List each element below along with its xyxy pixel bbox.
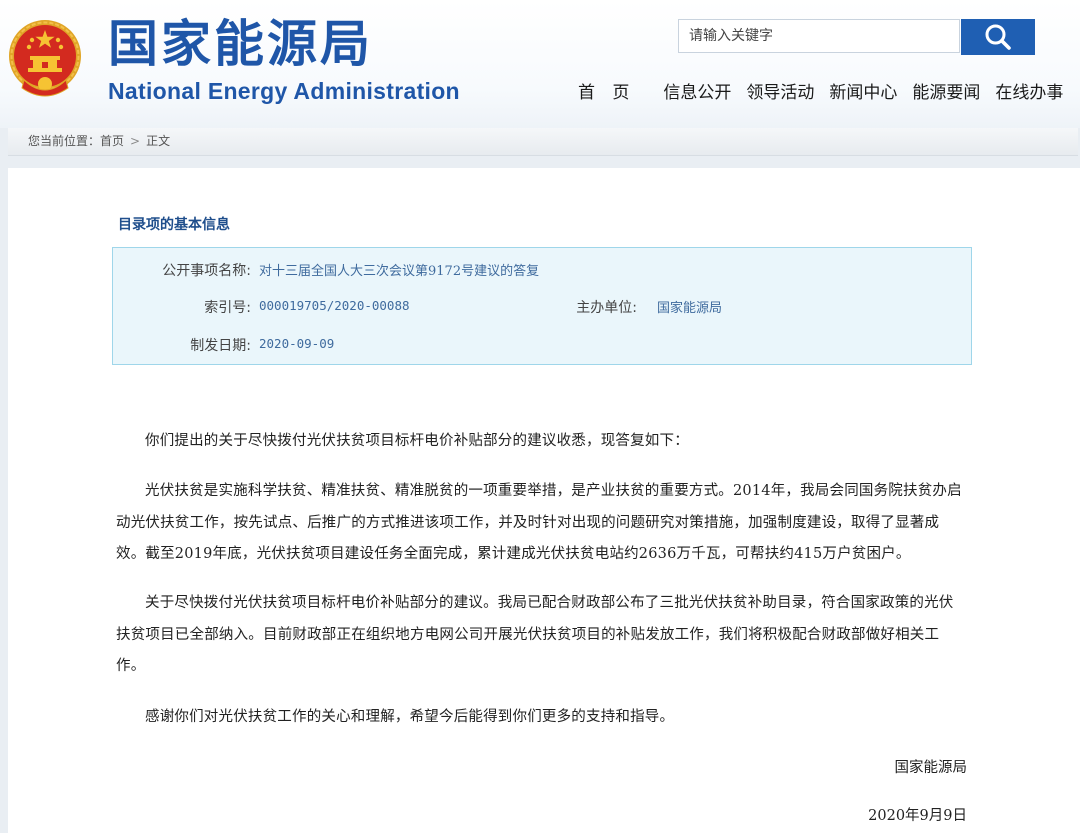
article-body: 感谢你们对光伏扶贫工作的关心和理解，希望今后能得到你们更多的支持和指导。 [116, 702, 968, 734]
date-label: 制发日期: [190, 338, 251, 354]
nav-item-news-center[interactable]: 新闻中心 [829, 78, 897, 103]
site-header: 国家能源局 National Energy Administration 首 页… [0, 0, 1080, 128]
national-emblem-icon[interactable] [6, 16, 84, 100]
nav-item-energy-news[interactable]: 能源要闻 [912, 78, 980, 103]
nav-item-online-services[interactable]: 在线办事 [995, 78, 1063, 103]
article-paragraph: 你们提出的关于尽快拨付光伏扶贫项目标杆电价补贴部分的建议收悉，现答复如下： [145, 433, 689, 449]
info-box: 公开事项名称: 对十三届全国人大三次会议第9172号建议的答复 索引号: 000… [112, 247, 972, 365]
main-nav: 首 页 信息公开 领导活动 新闻中心 能源要闻 在线办事 [570, 76, 1078, 104]
nav-item-home[interactable]: 首 页 [578, 78, 635, 103]
index-value: 000019705/2020-00088 [259, 298, 410, 313]
item-name-value: 对十三届全国人大三次会议第9172号建议的答复 [259, 264, 540, 279]
article-paragraph: 关于尽快拨付光伏扶贫项目标杆电价补贴部分的建议。我局已配合财政部公布了三批光伏扶… [116, 595, 954, 674]
breadcrumb-separator: > [130, 134, 141, 148]
article-body: 你们提出的关于尽快拨付光伏扶贫项目标杆电价补贴部分的建议收悉，现答复如下： [116, 426, 968, 458]
breadcrumb: 您当前位置：首页 > 正文 [8, 128, 1078, 156]
article-body: 光伏扶贫是实施科学扶贫、精准扶贫、精准脱贫的一项重要举措，是产业扶贫的重要方式。… [116, 476, 968, 571]
nav-item-leadership[interactable]: 领导活动 [746, 78, 814, 103]
article-body: 关于尽快拨付光伏扶贫项目标杆电价补贴部分的建议。我局已配合财政部公布了三批光伏扶… [116, 588, 968, 683]
signature-org: 国家能源局 [894, 760, 968, 776]
search-button[interactable] [961, 19, 1035, 55]
index-label: 索引号: [204, 300, 251, 316]
search-box [678, 19, 960, 53]
search-icon [985, 24, 1011, 50]
logo-chinese-title[interactable]: 国家能源局 [108, 14, 373, 74]
article-paragraph: 感谢你们对光伏扶贫工作的关心和理解，希望今后能得到你们更多的支持和指导。 [145, 709, 675, 725]
breadcrumb-label: 您当前位置： [28, 134, 101, 148]
nav-item-info-disclosure[interactable]: 信息公开 [663, 78, 731, 103]
date-value: 2020-09-09 [259, 336, 335, 351]
breadcrumb-current: 正文 [146, 134, 171, 148]
signature-date: 2020年9月9日 [868, 808, 967, 824]
item-name-label: 公开事项名称: [162, 263, 251, 279]
breadcrumb-home-link[interactable]: 首页 [100, 128, 124, 155]
search-input[interactable] [679, 20, 959, 52]
org-value: 国家能源局 [657, 301, 723, 316]
section-title: 目录项的基本信息 [118, 217, 230, 233]
main-content: 目录项的基本信息 公开事项名称: 对十三届全国人大三次会议第9172号建议的答复… [8, 168, 1080, 833]
article-paragraph: 光伏扶贫是实施科学扶贫、精准扶贫、精准脱贫的一项重要举措，是产业扶贫的重要方式。… [116, 483, 962, 562]
org-label: 主办单位: [576, 300, 637, 316]
logo-english-title[interactable]: National Energy Administration [108, 76, 460, 106]
